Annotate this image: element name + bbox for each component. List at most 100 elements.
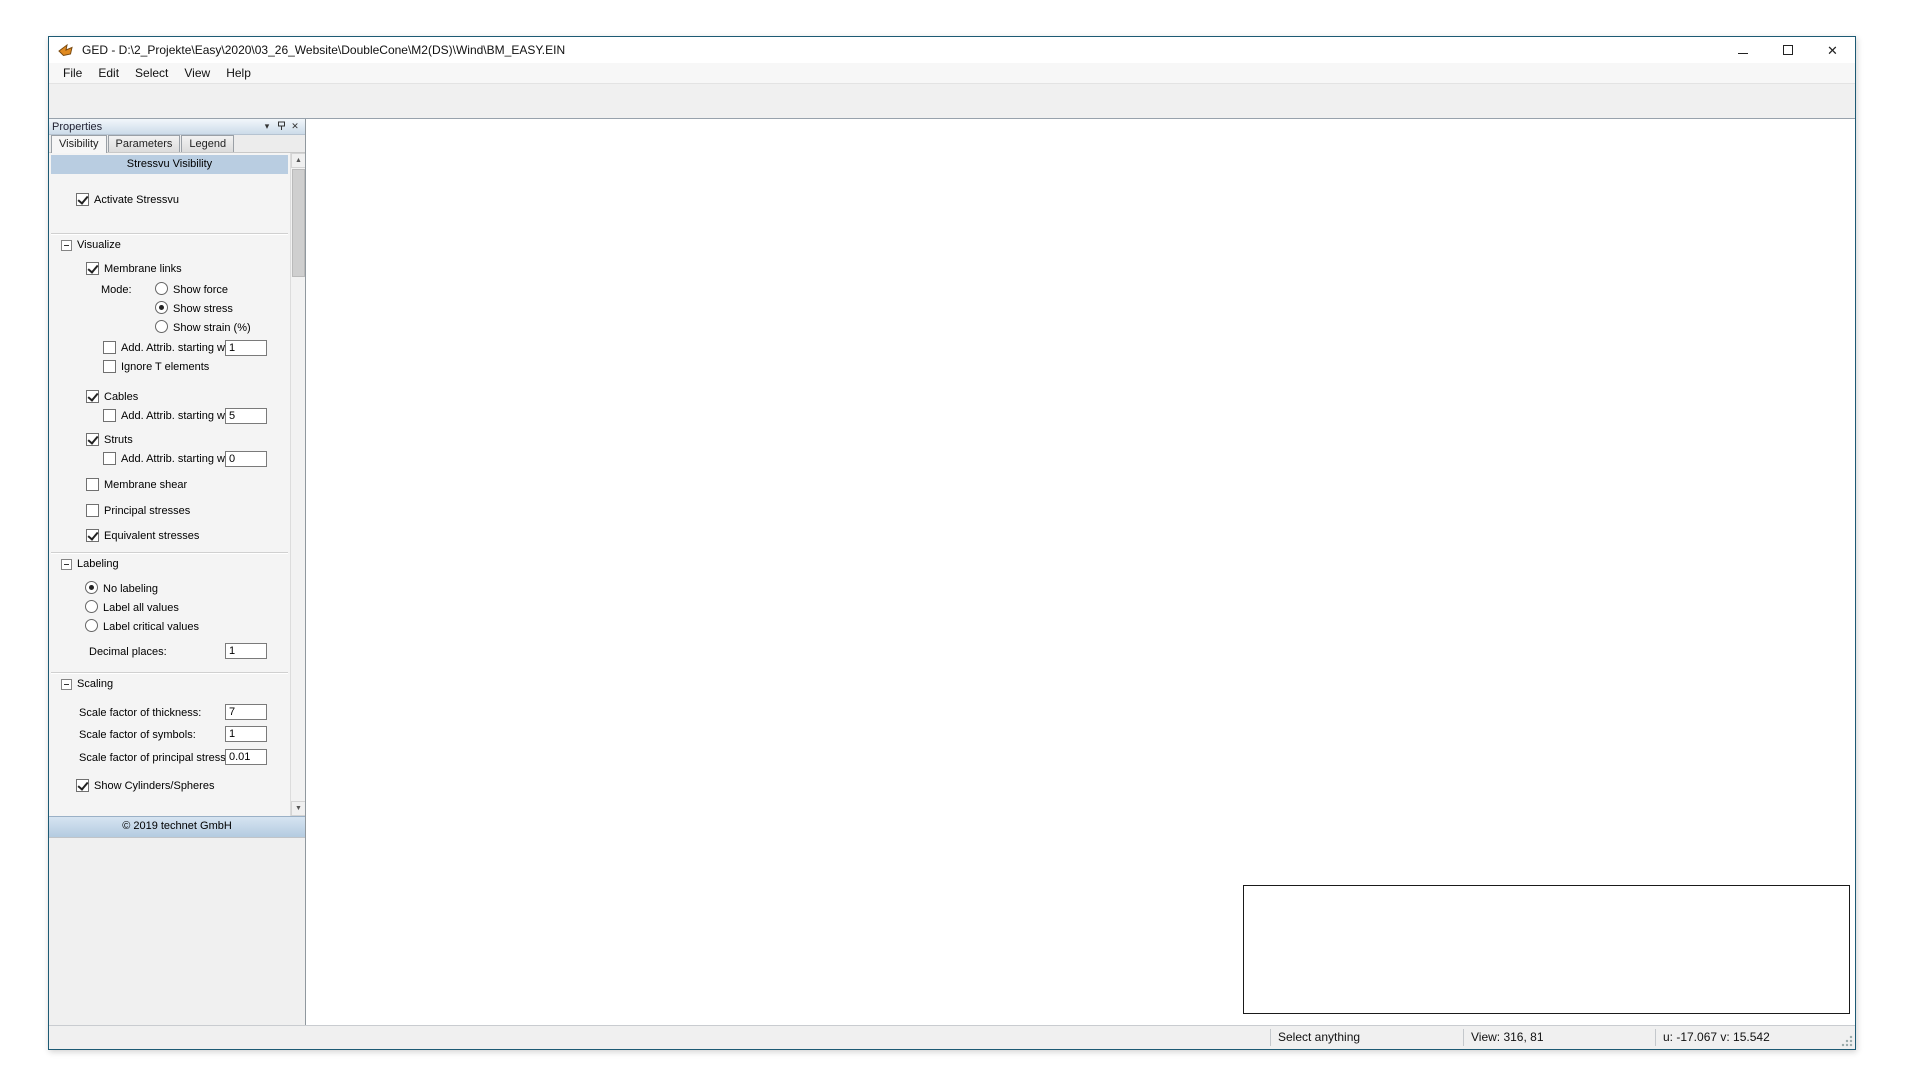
show-cylinders-label: Show Cylinders/Spheres bbox=[94, 780, 214, 793]
show-force-radio[interactable] bbox=[155, 282, 168, 295]
scale-principal-label: Scale factor of principal stresses: bbox=[79, 752, 240, 765]
panel-menu-chevron-icon[interactable]: ▾ bbox=[260, 121, 274, 132]
scale-symbols-input[interactable]: 1 bbox=[225, 726, 267, 742]
show-stress-label: Show stress bbox=[173, 303, 233, 316]
separator bbox=[51, 233, 288, 235]
cables-label: Cables bbox=[104, 391, 138, 404]
membrane-shear-checkbox[interactable] bbox=[86, 478, 99, 491]
menu-select[interactable]: Select bbox=[127, 64, 176, 82]
scale-thickness-input[interactable]: 7 bbox=[225, 704, 267, 720]
decimal-places-input[interactable]: 1 bbox=[225, 643, 267, 659]
app-logo-icon bbox=[57, 42, 75, 58]
scroll-up-arrow[interactable]: ▲ bbox=[291, 153, 305, 168]
left-dock: Properties ▾ ✕ Visibility Parameters Leg… bbox=[49, 119, 306, 1025]
label-all-radio[interactable] bbox=[85, 600, 98, 613]
visualize-collapse-icon[interactable] bbox=[61, 240, 72, 251]
scaling-collapse-icon[interactable] bbox=[61, 679, 72, 690]
struts-add-attrib-label: Add. Attrib. starting with: bbox=[121, 453, 240, 466]
principal-stresses-checkbox[interactable] bbox=[86, 504, 99, 517]
separator bbox=[51, 672, 288, 674]
status-divider bbox=[1270, 1029, 1271, 1046]
membrane-links-label: Membrane links bbox=[104, 263, 182, 276]
labeling-collapse-icon[interactable] bbox=[61, 559, 72, 570]
scale-principal-input[interactable]: 0.01 bbox=[225, 749, 267, 765]
ignore-t-checkbox[interactable] bbox=[103, 360, 116, 373]
menu-help[interactable]: Help bbox=[218, 64, 259, 82]
menu-edit[interactable]: Edit bbox=[90, 64, 127, 82]
label-all-label: Label all values bbox=[103, 602, 179, 615]
separator bbox=[51, 552, 288, 554]
panel-pin-icon[interactable] bbox=[274, 121, 288, 133]
struts-label: Struts bbox=[104, 434, 133, 447]
legend-panel bbox=[1243, 885, 1850, 1014]
struts-checkbox[interactable] bbox=[86, 433, 99, 446]
cables-checkbox[interactable] bbox=[86, 390, 99, 403]
properties-tabs: Visibility Parameters Legend bbox=[49, 135, 305, 153]
membrane-add-attrib-checkbox[interactable] bbox=[103, 341, 116, 354]
cables-add-attrib-checkbox[interactable] bbox=[103, 409, 116, 422]
activate-stressvu-label: Activate Stressvu bbox=[94, 194, 179, 207]
scale-thickness-label: Scale factor of thickness: bbox=[79, 707, 201, 720]
toolbar bbox=[49, 84, 1855, 119]
mode-label: Mode: bbox=[101, 284, 132, 297]
status-bar: Select anything View: 316, 81 u: -17.067… bbox=[49, 1025, 1855, 1049]
visualize-section-label: Visualize bbox=[77, 239, 121, 252]
labeling-section-label: Labeling bbox=[77, 558, 119, 571]
activate-stressvu-checkbox[interactable] bbox=[76, 193, 89, 206]
menu-view[interactable]: View bbox=[176, 64, 218, 82]
title-bar: GED - D:\2_Projekte\Easy\2020\03_26_Webs… bbox=[49, 37, 1855, 63]
no-labeling-label: No labeling bbox=[103, 583, 158, 596]
dock-empty-area bbox=[49, 838, 305, 1025]
cables-add-attrib-input[interactable]: 5 bbox=[225, 408, 267, 424]
app-window: GED - D:\2_Projekte\Easy\2020\03_26_Webs… bbox=[48, 36, 1856, 1050]
scaling-section-label: Scaling bbox=[77, 678, 113, 691]
show-strain-radio[interactable] bbox=[155, 320, 168, 333]
show-stress-radio[interactable] bbox=[155, 301, 168, 314]
membrane-links-checkbox[interactable] bbox=[86, 262, 99, 275]
struts-add-attrib-input[interactable]: 0 bbox=[225, 451, 267, 467]
stressvu-section-header: Stressvu Visibility bbox=[51, 155, 288, 174]
menu-file[interactable]: File bbox=[55, 64, 90, 82]
label-critical-radio[interactable] bbox=[85, 619, 98, 632]
no-labeling-radio[interactable] bbox=[85, 581, 98, 594]
close-button[interactable]: ✕ bbox=[1810, 37, 1855, 63]
status-divider bbox=[1463, 1029, 1464, 1046]
membrane-shear-label: Membrane shear bbox=[104, 479, 187, 492]
equivalent-stresses-label: Equivalent stresses bbox=[104, 530, 199, 543]
tab-parameters[interactable]: Parameters bbox=[108, 135, 181, 152]
show-force-label: Show force bbox=[173, 284, 228, 297]
status-message: Select anything bbox=[1278, 1030, 1360, 1044]
struts-add-attrib-checkbox[interactable] bbox=[103, 452, 116, 465]
properties-panel-header: Properties ▾ ✕ bbox=[49, 119, 305, 135]
membrane-add-attrib-input[interactable]: 1 bbox=[225, 340, 267, 356]
panel-footer: © 2019 technet GmbH bbox=[49, 816, 305, 837]
status-divider bbox=[1655, 1029, 1656, 1046]
window-title: GED - D:\2_Projekte\Easy\2020\03_26_Webs… bbox=[82, 43, 1720, 57]
scale-symbols-label: Scale factor of symbols: bbox=[79, 729, 196, 742]
membrane-add-attrib-label: Add. Attrib. starting with: bbox=[121, 342, 240, 355]
tab-visibility[interactable]: Visibility bbox=[51, 135, 107, 153]
properties-panel: Properties ▾ ✕ Visibility Parameters Leg… bbox=[49, 119, 305, 838]
decimal-places-label: Decimal places: bbox=[89, 646, 167, 659]
ignore-t-label: Ignore T elements bbox=[121, 361, 209, 374]
show-cylinders-checkbox[interactable] bbox=[76, 779, 89, 792]
status-view-angles: View: 316, 81 bbox=[1471, 1030, 1544, 1044]
panel-scrollbar[interactable]: ▲ ▼ bbox=[290, 153, 305, 816]
tab-legend[interactable]: Legend bbox=[181, 135, 234, 152]
scroll-down-arrow[interactable]: ▼ bbox=[291, 801, 305, 816]
resize-grip[interactable] bbox=[1841, 1035, 1853, 1047]
show-strain-label: Show strain (%) bbox=[173, 322, 251, 335]
equivalent-stresses-checkbox[interactable] bbox=[86, 529, 99, 542]
label-critical-label: Label critical values bbox=[103, 621, 199, 634]
status-uv-coords: u: -17.067 v: 15.542 bbox=[1663, 1030, 1770, 1044]
menu-bar: FileEditSelectViewHelp bbox=[49, 63, 1855, 84]
properties-panel-title: Properties bbox=[52, 121, 260, 133]
minimize-button[interactable] bbox=[1720, 37, 1765, 63]
principal-stresses-label: Principal stresses bbox=[104, 505, 190, 518]
visibility-tab-content: Stressvu Visibility Activate Stressvu Vi… bbox=[49, 153, 305, 816]
panel-close-icon[interactable]: ✕ bbox=[288, 121, 302, 132]
maximize-button[interactable] bbox=[1765, 37, 1810, 63]
model-viewport[interactable] bbox=[306, 119, 1855, 1025]
cables-add-attrib-label: Add. Attrib. starting with: bbox=[121, 410, 240, 423]
scroll-thumb[interactable] bbox=[292, 169, 305, 277]
